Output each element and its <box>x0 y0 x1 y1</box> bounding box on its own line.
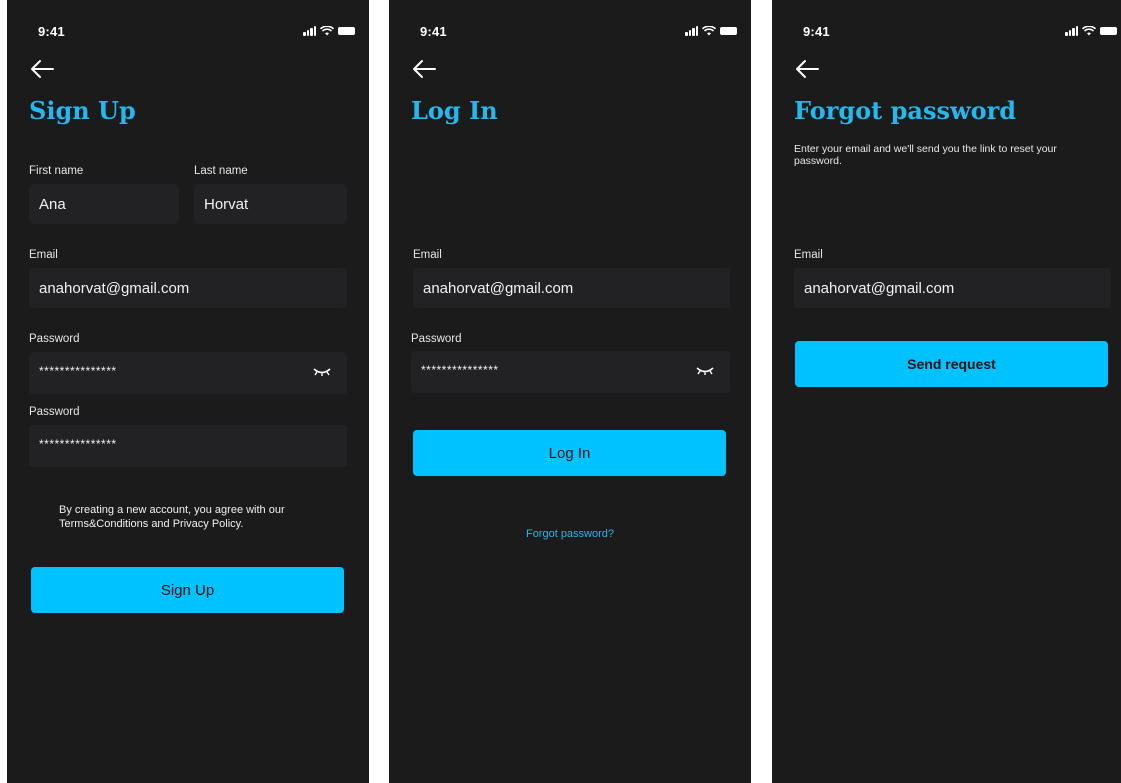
battery-icon <box>720 27 737 35</box>
eye-closed-icon[interactable] <box>696 366 714 376</box>
battery-icon <box>338 27 355 35</box>
last-name-field[interactable]: Horvat <box>194 184 347 224</box>
signal-icon <box>1065 26 1078 36</box>
wifi-icon <box>320 26 334 36</box>
back-arrow-icon[interactable] <box>29 58 55 80</box>
email-label: Email <box>29 249 58 261</box>
forgot-subtitle: Enter your email and we'll send you the … <box>794 143 1057 167</box>
status-icons <box>1065 26 1117 36</box>
password-value: *************** <box>421 363 499 377</box>
page-title: Sign Up <box>29 96 136 125</box>
status-time: 9:41 <box>803 24 830 39</box>
eye-closed-icon[interactable] <box>313 367 331 377</box>
status-bar: 9:41 <box>389 0 751 40</box>
terms-text: By creating a new account, you agree wit… <box>59 503 285 531</box>
sign-up-button[interactable]: Sign Up <box>31 567 344 613</box>
terms-line-2: Terms&Conditions and Privacy Policy. <box>59 518 244 530</box>
page-title: Log In <box>411 96 498 125</box>
password-label: Password <box>29 333 80 345</box>
email-label: Email <box>413 249 442 261</box>
password-value: *************** <box>39 364 117 378</box>
login-screen: 9:41 Log In Email anahorvat@gmail.com Pa… <box>389 0 751 783</box>
status-icons <box>685 26 737 36</box>
email-field[interactable]: anahorvat@gmail.com <box>794 268 1111 308</box>
status-time: 9:41 <box>420 24 447 39</box>
password-field[interactable]: *************** <box>29 352 347 394</box>
status-bar: 9:41 <box>772 0 1121 40</box>
email-field[interactable]: anahorvat@gmail.com <box>413 268 730 308</box>
signal-icon <box>303 26 316 36</box>
last-name-label: Last name <box>194 165 248 177</box>
log-in-button[interactable]: Log In <box>413 430 726 476</box>
back-arrow-icon[interactable] <box>794 58 820 80</box>
battery-icon <box>1100 27 1117 35</box>
first-name-field[interactable]: Ana <box>29 184 179 224</box>
confirm-password-field[interactable]: *************** <box>29 425 347 467</box>
status-bar: 9:41 <box>7 0 369 40</box>
signup-screen: 9:41 Sign Up First name Ana Last name Ho… <box>7 0 369 783</box>
status-icons <box>303 26 355 36</box>
status-time: 9:41 <box>38 24 65 39</box>
confirm-password-label: Password <box>29 406 80 418</box>
password-field[interactable]: *************** <box>411 351 730 393</box>
password-label: Password <box>411 333 462 345</box>
send-request-button[interactable]: Send request <box>795 341 1108 387</box>
forgot-password-link[interactable]: Forgot password? <box>389 528 751 540</box>
email-field[interactable]: anahorvat@gmail.com <box>29 268 347 308</box>
confirm-password-value: *************** <box>39 437 117 451</box>
forgot-password-screen: 9:41 Forgot password Enter your email an… <box>772 0 1121 783</box>
wifi-icon <box>702 26 716 36</box>
signal-icon <box>685 26 698 36</box>
page-title: Forgot password <box>794 96 1017 125</box>
wifi-icon <box>1082 26 1096 36</box>
email-label: Email <box>794 249 823 261</box>
terms-line-1: By creating a new account, you agree wit… <box>59 504 285 516</box>
first-name-label: First name <box>29 165 84 177</box>
back-arrow-icon[interactable] <box>411 58 437 80</box>
